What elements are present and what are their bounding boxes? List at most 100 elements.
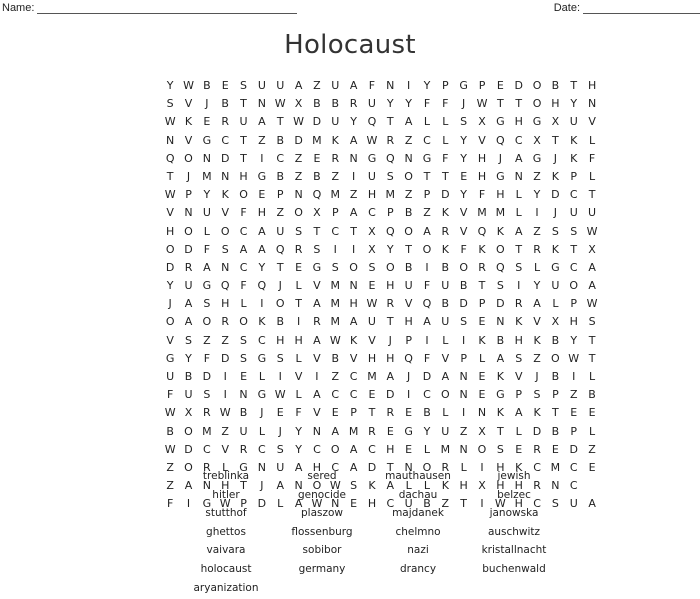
grid-letter: P	[185, 188, 192, 202]
grid-letter: T	[515, 242, 523, 256]
grid-letter: P	[386, 206, 394, 220]
grid-letter: L	[295, 351, 302, 365]
grid-letter: V	[221, 206, 229, 220]
grid-letter: T	[240, 133, 247, 147]
grid-letter: T	[313, 224, 321, 238]
name-label: Name:	[2, 2, 35, 14]
grid-letter: A	[349, 79, 358, 92]
grid-letter: A	[588, 279, 596, 293]
date-blank-line[interactable]	[583, 3, 700, 14]
grid-letter: P	[478, 297, 486, 311]
grid-letter: P	[276, 188, 284, 202]
grid-letter: R	[533, 242, 541, 256]
date-field[interactable]: Date:	[554, 2, 700, 14]
grid-row: WDCVRCSYCOACHELMNOSEREDZ	[161, 441, 601, 459]
grid-letter: Y	[350, 115, 357, 129]
grid-letter: S	[460, 115, 468, 129]
word-list-item: hitler	[212, 488, 240, 501]
grid-letter: L	[533, 260, 541, 274]
word-list-item: ghettos	[206, 525, 246, 538]
grid-letter: E	[478, 370, 486, 383]
grid-letter: S	[515, 351, 523, 365]
grid-letter: W	[183, 79, 194, 92]
grid-letter: B	[276, 315, 284, 329]
grid-letter: O	[275, 297, 285, 311]
grid-letter: U	[569, 206, 578, 220]
grid-letter: N	[459, 370, 468, 383]
grid-letter: Y	[295, 442, 302, 456]
grid-letter: A	[514, 224, 523, 238]
grid-letter: Z	[294, 169, 303, 183]
grid-letter: L	[295, 279, 302, 293]
grid-letter: C	[313, 442, 321, 456]
grid-letter: B	[239, 406, 248, 420]
grid-letter: G	[202, 133, 212, 147]
grid-letter: A	[588, 260, 596, 274]
grid-letter: D	[386, 388, 395, 402]
grid-letter: L	[423, 115, 431, 129]
grid-letter: W	[293, 115, 305, 129]
grid-letter: Z	[221, 333, 229, 347]
grid-letter: T	[552, 133, 559, 147]
grid-letter: W	[568, 351, 580, 365]
grid-row: VSZZSCHHAWKVJPILIKBHKBYT	[161, 332, 601, 350]
grid-letter: T	[496, 424, 504, 438]
grid-letter: F	[295, 406, 302, 420]
grid-letter: B	[441, 260, 450, 274]
grid-letter: C	[203, 442, 211, 456]
grid-letter: H	[404, 315, 413, 329]
grid-letter: O	[440, 388, 450, 402]
grid-letter: M	[477, 206, 487, 220]
grid-letter: U	[239, 115, 248, 129]
grid-letter: C	[569, 460, 578, 474]
grid-letter: E	[570, 406, 578, 420]
grid-letter: M	[440, 442, 451, 456]
grid-letter: X	[588, 242, 596, 256]
grid-letter: C	[276, 151, 285, 165]
grid-letter: E	[368, 279, 376, 293]
grid-letter: O	[184, 424, 193, 438]
grid-letter: Z	[533, 224, 541, 238]
name-blank-line[interactable]	[37, 3, 298, 14]
grid-letter: U	[257, 79, 266, 92]
grid-letter: A	[423, 315, 431, 329]
grid-letter: H	[294, 333, 303, 347]
grid-letter: G	[532, 115, 542, 129]
grid-letter: Z	[533, 169, 541, 183]
grid-letter: S	[295, 224, 303, 238]
grid-letter: O	[239, 188, 248, 202]
grid-letter: O	[385, 260, 395, 274]
grid-letter: B	[551, 424, 560, 438]
grid-letter: J	[186, 169, 191, 183]
grid-letter: T	[552, 406, 559, 420]
grid-letter: Y	[386, 97, 394, 111]
grid-letter: K	[441, 206, 449, 220]
grid-letter: N	[496, 315, 505, 329]
grid-letter: B	[331, 97, 340, 111]
grid-letter: F	[478, 188, 486, 202]
grid-letter: S	[460, 315, 468, 329]
grid-letter: Y	[533, 279, 541, 293]
word-list-item: vaivara	[206, 544, 246, 557]
grid-letter: P	[515, 388, 523, 402]
grid-letter: X	[533, 133, 541, 147]
grid-letter: G	[165, 351, 175, 365]
grid-letter: H	[477, 169, 487, 183]
grid-letter: R	[331, 151, 340, 165]
grid-row: YWBESUUAZUAFNIYPGPEDOBTH	[161, 77, 601, 95]
grid-letter: K	[350, 333, 358, 347]
grid-letter: R	[533, 442, 541, 456]
grid-letter: V	[166, 206, 174, 220]
grid-letter: Z	[404, 133, 413, 147]
grid-letter: A	[331, 424, 340, 438]
grid-letter: N	[404, 151, 413, 165]
grid-letter: W	[164, 406, 176, 420]
grid-letter: J	[278, 424, 282, 438]
name-field[interactable]: Name:	[2, 2, 298, 14]
grid-letter: U	[367, 97, 376, 111]
grid-letter: V	[441, 351, 450, 365]
grid-letter: T	[588, 188, 596, 202]
grid-letter: T	[276, 115, 284, 129]
grid-letter: A	[349, 315, 358, 329]
grid-letter: T	[515, 97, 523, 111]
